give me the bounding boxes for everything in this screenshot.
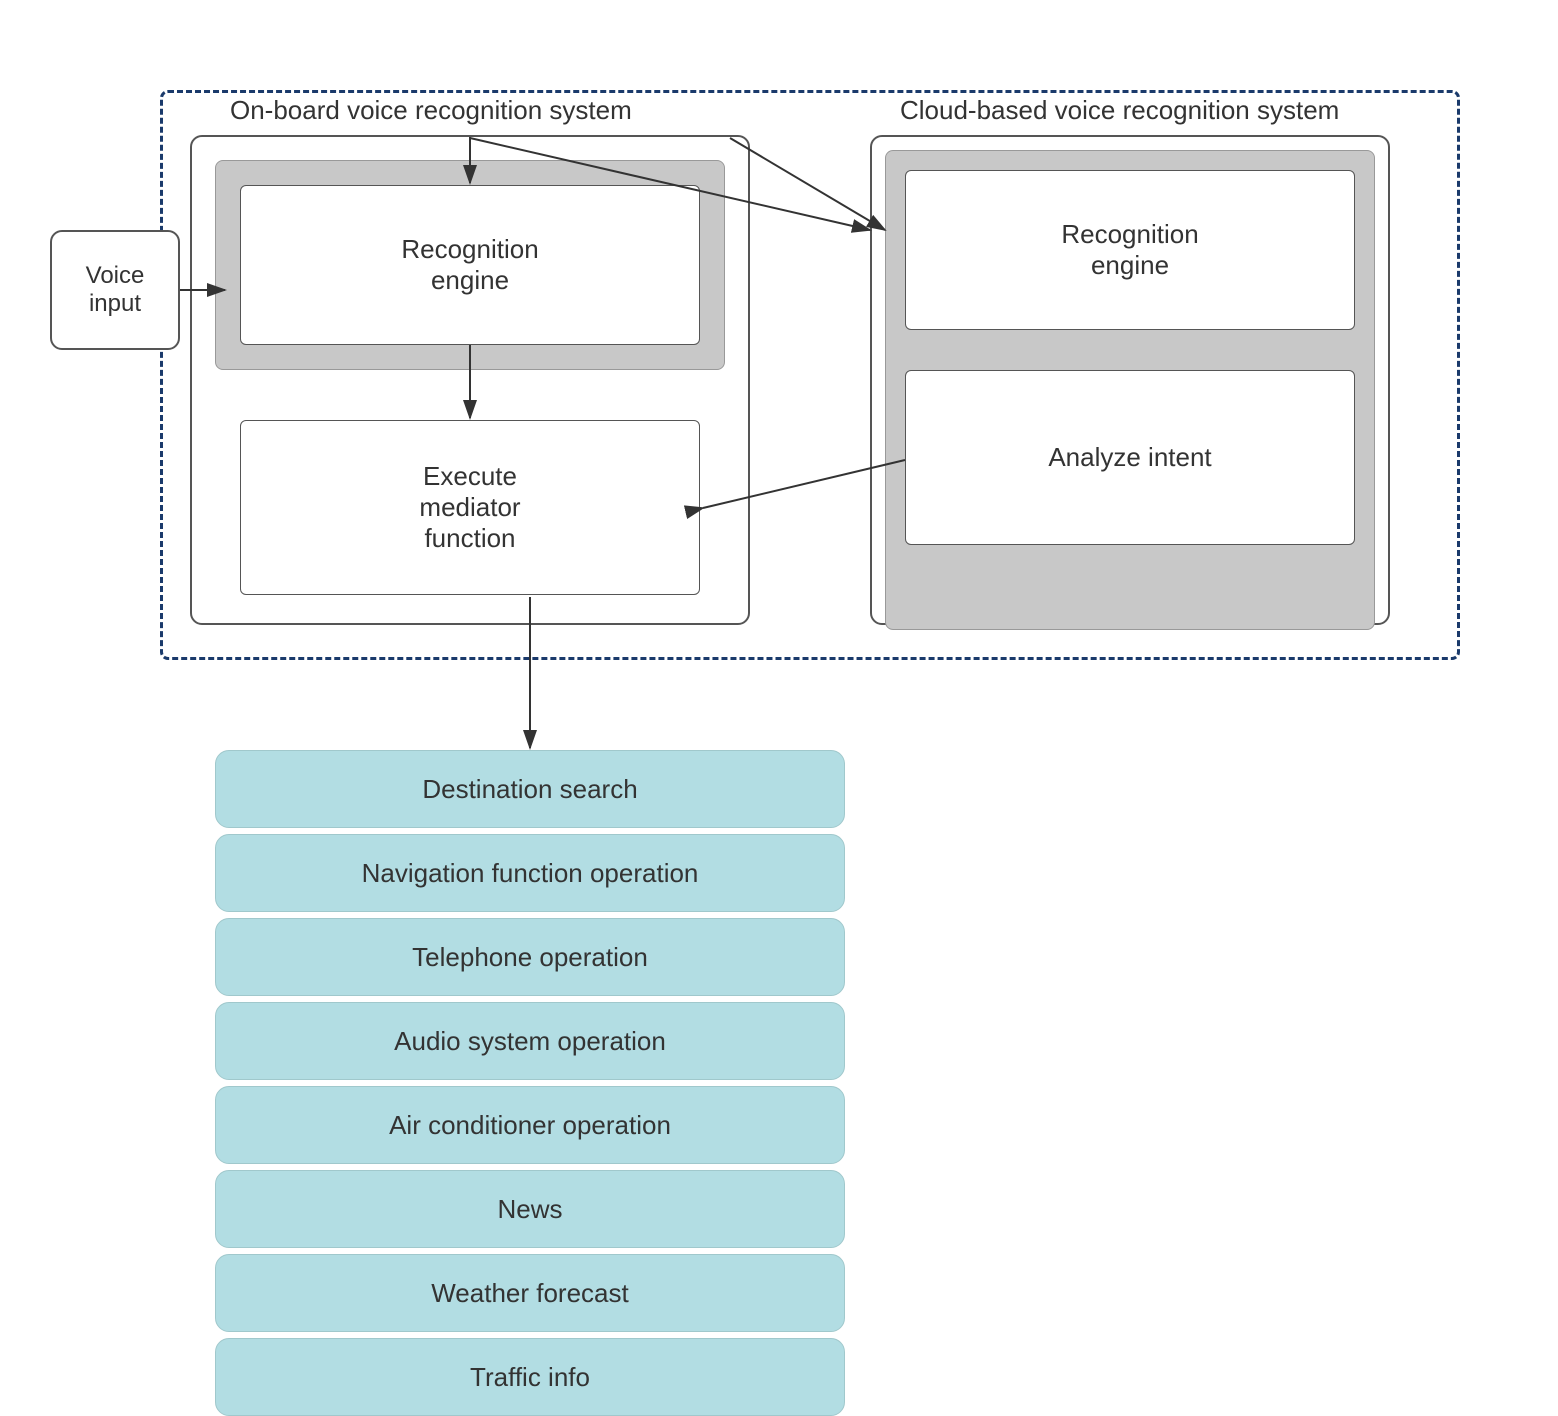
navigation-function-label: Navigation function operation: [362, 858, 699, 889]
destination-search-label: Destination search: [422, 774, 637, 805]
news-box: News: [215, 1170, 845, 1248]
cloud-label: Cloud-based voice recognition system: [900, 95, 1339, 126]
voice-input-label: Voiceinput: [86, 262, 145, 318]
recognition-engine-onboard: Recognitionengine: [240, 185, 700, 345]
analyze-intent-label: Analyze intent: [1048, 442, 1211, 473]
execute-mediator-label: Executemediatorfunction: [419, 461, 520, 554]
recognition-engine-cloud: Recognitionengine: [905, 170, 1355, 330]
telephone-operation-label: Telephone operation: [412, 942, 648, 973]
air-conditioner-label: Air conditioner operation: [389, 1110, 671, 1141]
diagram-container: On-board voice recognition system Cloud-…: [30, 30, 1520, 1380]
onboard-label: On-board voice recognition system: [230, 95, 632, 126]
audio-system-box: Audio system operation: [215, 1002, 845, 1080]
analyze-intent-box: Analyze intent: [905, 370, 1355, 545]
recognition-engine-onboard-label: Recognitionengine: [401, 234, 538, 296]
traffic-info-box: Traffic info: [215, 1338, 845, 1416]
audio-system-label: Audio system operation: [394, 1026, 666, 1057]
destination-search-box: Destination search: [215, 750, 845, 828]
air-conditioner-box: Air conditioner operation: [215, 1086, 845, 1164]
navigation-function-box: Navigation function operation: [215, 834, 845, 912]
weather-forecast-box: Weather forecast: [215, 1254, 845, 1332]
execute-mediator-box: Executemediatorfunction: [240, 420, 700, 595]
telephone-operation-box: Telephone operation: [215, 918, 845, 996]
recognition-engine-cloud-label: Recognitionengine: [1061, 219, 1198, 281]
voice-input-box: Voiceinput: [50, 230, 180, 350]
weather-forecast-label: Weather forecast: [431, 1278, 629, 1309]
news-label: News: [497, 1194, 562, 1225]
traffic-info-label: Traffic info: [470, 1362, 590, 1393]
